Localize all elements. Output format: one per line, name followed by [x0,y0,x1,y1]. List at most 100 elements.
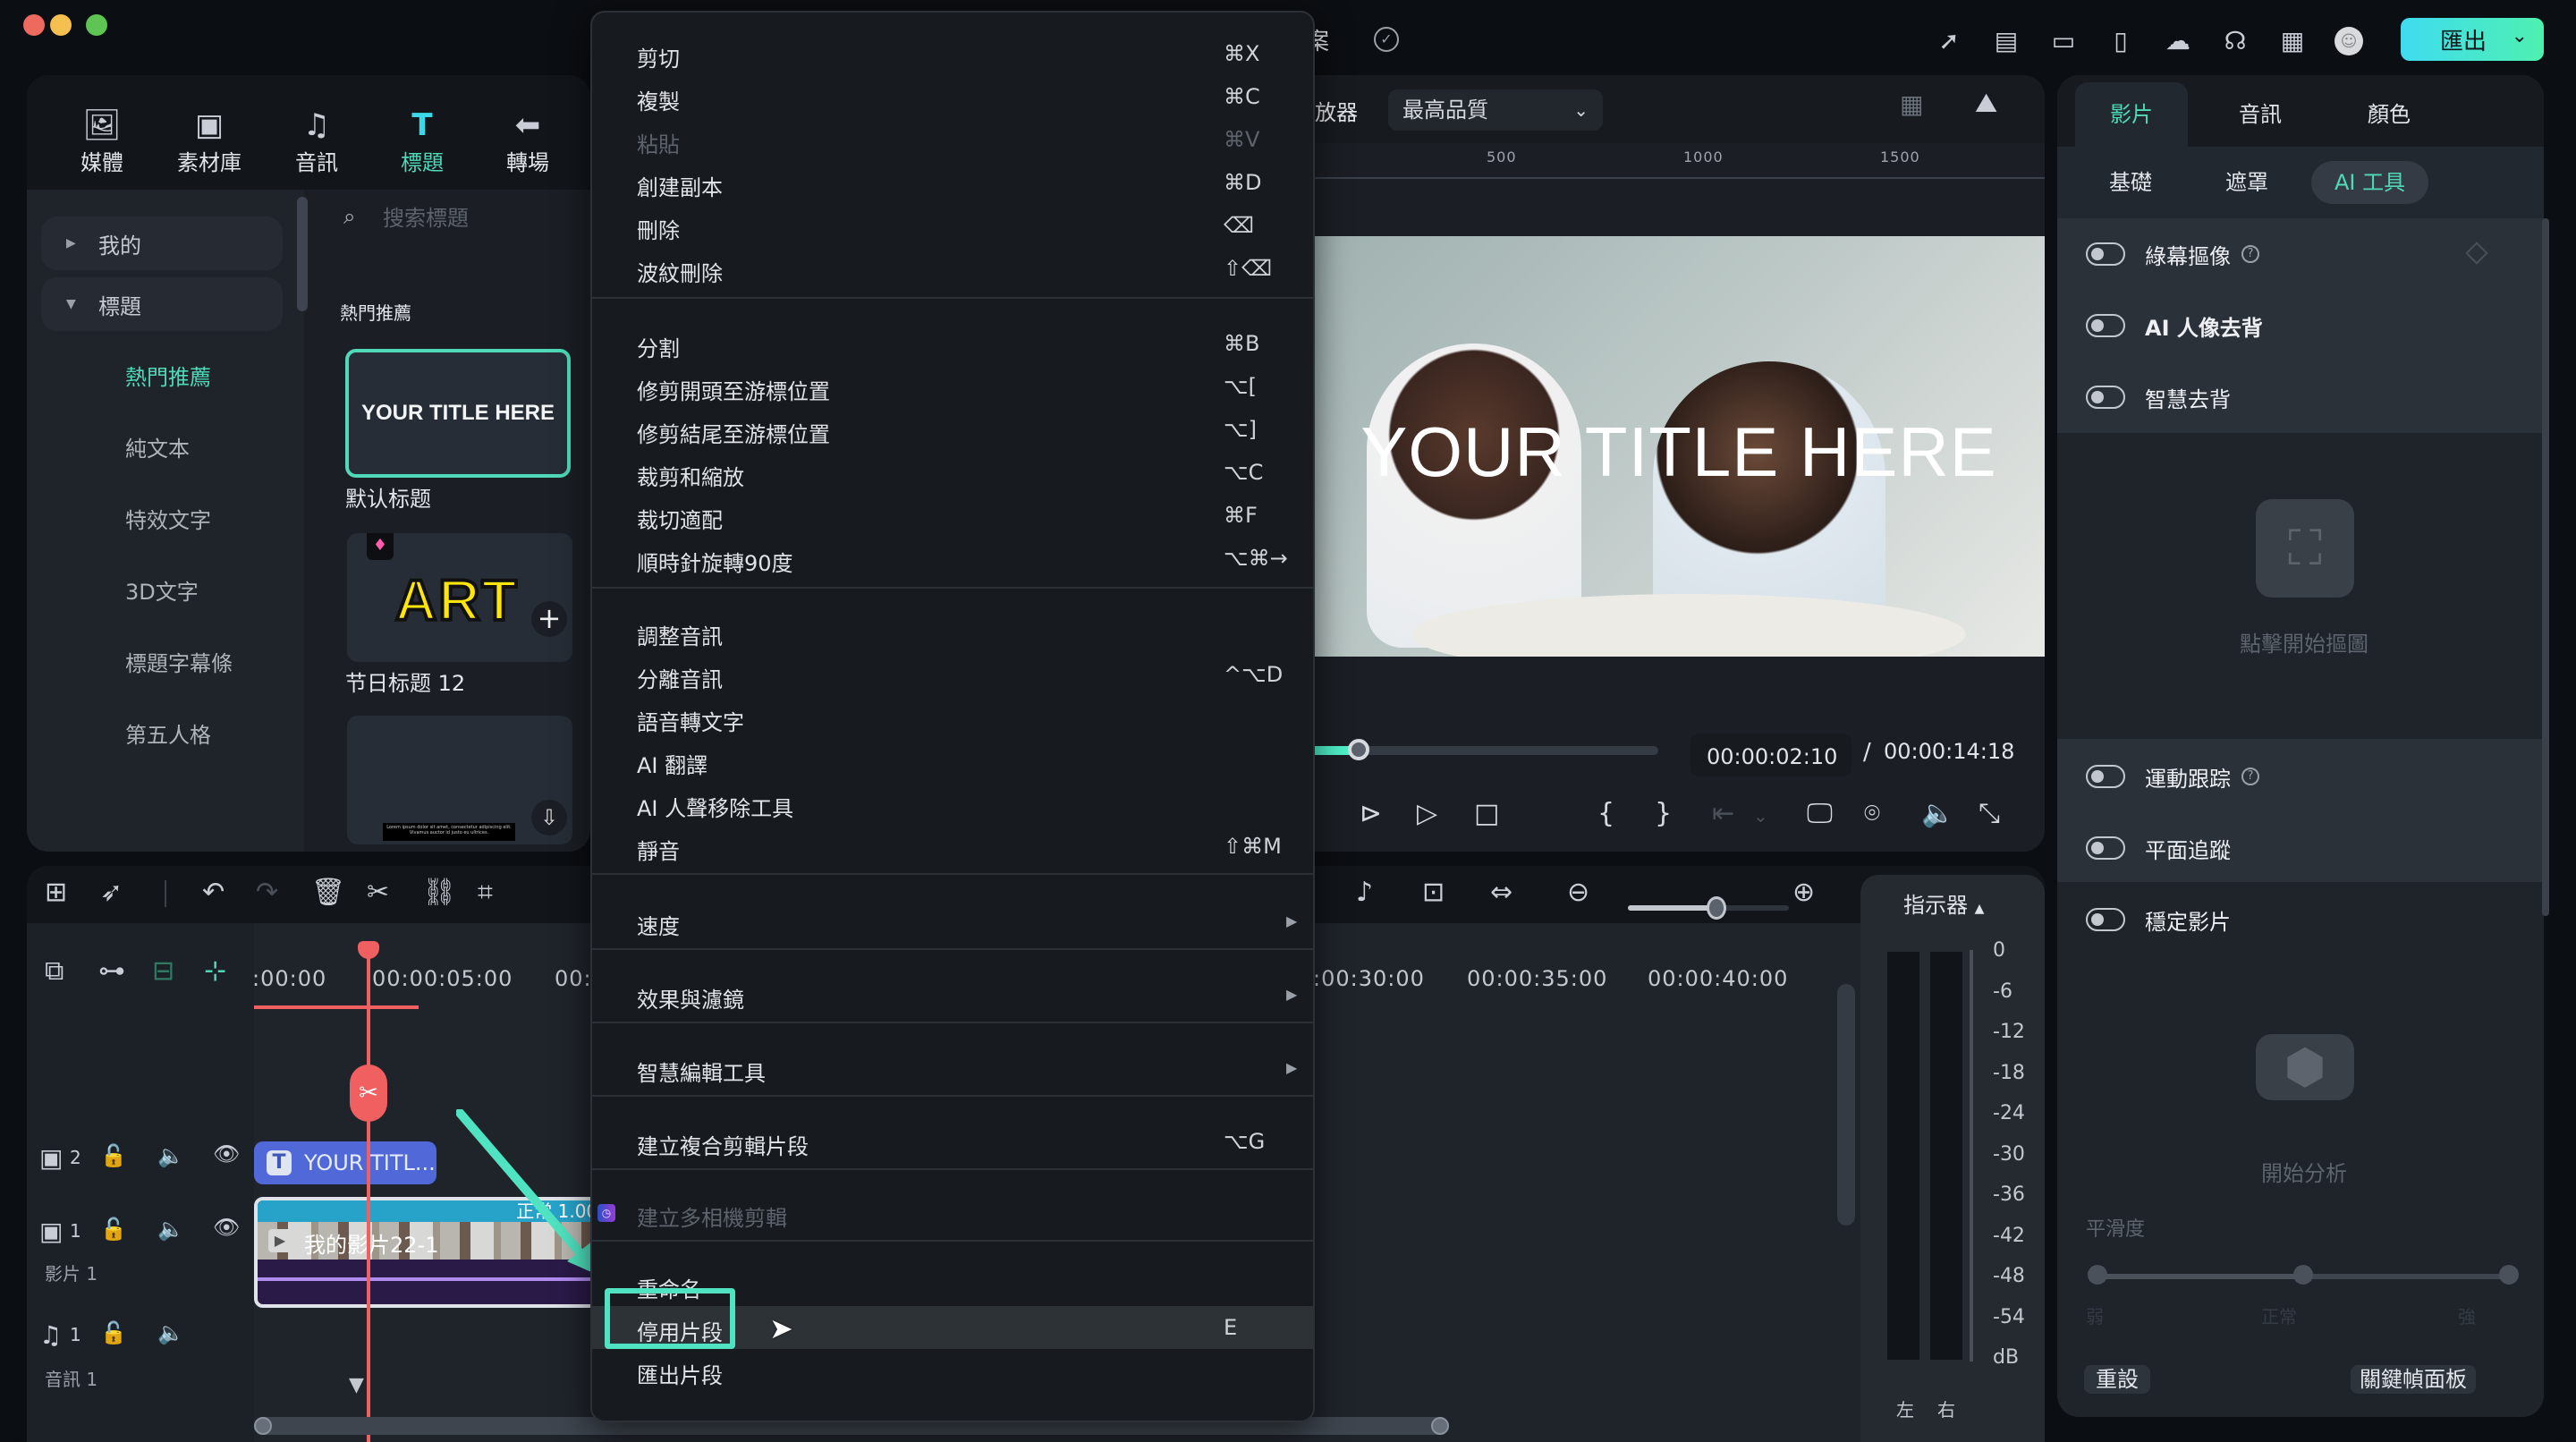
mute-icon[interactable]: 🔈 [157,1143,184,1168]
smoothness-knob[interactable] [2293,1265,2313,1285]
analyze-placeholder-label[interactable]: 開始分析 [2170,1156,2438,1187]
lock-icon[interactable]: 🔓 [100,1320,127,1345]
menu-item[interactable]: 匯出片段 [592,1349,1313,1392]
crop-icon[interactable]: ⌗ [478,877,493,908]
fit-timeline-icon[interactable]: ⇔ [1490,877,1513,908]
tab-video[interactable]: 影片 [2075,82,2188,147]
lock-icon[interactable]: 🔓 [100,1143,127,1168]
zoom-out-icon[interactable]: ⊖ [1567,877,1589,908]
close-window-button[interactable] [23,14,45,36]
chevron-down-icon[interactable]: ⌄ [2512,25,2528,47]
zoom-in-icon[interactable]: ⊕ [1792,877,1815,908]
snap-icon[interactable]: ⊹ [204,955,226,987]
template-card-default[interactable]: YOUR TITLE HERE [345,349,571,478]
visibility-eye-icon[interactable]: 👁 [213,1141,240,1166]
playback-progress-knob[interactable] [1348,739,1370,760]
subcategory-effect-text[interactable]: 特效文字 [125,503,211,534]
menu-item[interactable]: 效果與濾鏡 ▶ [592,973,1313,1016]
step-forward-icon[interactable]: ⊳ [1360,798,1382,829]
menu-item[interactable]: ◷ 建立多相機剪輯 [592,1192,1313,1234]
link-icon[interactable]: ⊶ [98,955,125,987]
menu-item[interactable]: 調整音訊 [592,610,1313,653]
reset-button[interactable]: 重設 [2084,1365,2150,1394]
tab-titles[interactable]: T 標題 [377,106,467,176]
undo-icon[interactable]: ↶ [202,877,225,908]
play-icon[interactable]: ▷ [1417,798,1437,829]
export-button[interactable]: 匯出 ⌄ [2401,18,2544,61]
smoothness-stop[interactable] [2088,1265,2107,1285]
cutout-placeholder-label[interactable]: 點擊開始摳圖 [2170,626,2438,657]
work-area-range[interactable] [254,1005,419,1009]
menu-scroll-down-icon[interactable]: ▼ [349,1374,364,1396]
playhead-handle[interactable] [358,941,379,959]
layout-icon[interactable]: ▭ [2048,25,2079,55]
scroll-handle-left[interactable] [254,1417,272,1435]
delete-icon[interactable]: 🗑 [311,877,345,908]
scroll-handle-right[interactable] [1431,1417,1449,1435]
maximize-window-button[interactable] [86,14,107,36]
menu-item[interactable]: 粘貼 ⌘V [592,118,1313,161]
motion-tracking-toggle[interactable] [2086,765,2125,788]
menu-item[interactable]: 複製 ⌘C [592,75,1313,118]
tab-audio-props[interactable]: 音訊 [2204,82,2317,147]
help-icon[interactable]: ? [2241,245,2259,263]
smoothness-stop[interactable] [2499,1265,2519,1285]
redo-icon[interactable]: ↷ [256,877,278,908]
select-tool-icon[interactable]: ➶ [100,877,123,908]
chevron-down-icon[interactable]: ⌄ [1753,805,1768,827]
unlink-icon[interactable]: ⛓ [422,877,456,908]
subcategory-popular[interactable]: 熱門推薦 [125,360,211,391]
subcategory-identity-v[interactable]: 第五人格 [125,717,211,749]
display-settings-icon[interactable]: 🖵 [1807,798,1833,829]
subtab-ai-tools[interactable]: AI 工具 [2311,161,2429,204]
grid-view-icon[interactable]: ▦ [1900,89,1923,119]
menu-item[interactable]: 智慧編輯工具 ▶ [592,1047,1313,1090]
volume-icon[interactable]: 🔈 [1921,798,1954,829]
visibility-eye-icon[interactable]: 👁 [213,1215,240,1240]
menu-item[interactable]: 修剪開頭至游標位置 ⌥[ [592,365,1313,408]
menu-item[interactable]: 修剪結尾至游標位置 ⌥] [592,408,1313,451]
menu-item[interactable]: 裁切適配 ⌘F [592,494,1313,537]
menu-item[interactable]: AI 人聲移除工具 [592,782,1313,825]
subtab-mask[interactable]: 遮罩 [2225,161,2268,204]
apps-grid-icon[interactable]: ▦ [2277,25,2308,55]
playhead-split-icon[interactable]: ✂ [350,1065,387,1122]
tab-transitions[interactable]: ⬅ 轉場 [483,106,572,176]
video-title-overlay[interactable]: YOUR TITLE HERE [1313,411,2045,493]
support-headset-icon[interactable]: ☊ [2220,25,2250,55]
menu-item[interactable]: 速度 ▶ [592,900,1313,943]
fullscreen-icon[interactable]: ⤡ [1979,798,2000,829]
layout-grid-icon[interactable]: ⊞ [45,877,67,908]
menu-item[interactable]: 裁剪和縮放 ⌥C [592,451,1313,494]
render-preview-icon[interactable]: ⊡ [1422,877,1445,908]
video-preview[interactable]: YOUR TITLE HERE [1313,236,2045,657]
split-scissors-icon[interactable]: ✂ [367,877,389,908]
menu-item[interactable]: 語音轉文字 [592,696,1313,739]
download-icon[interactable]: ⇩ [531,800,567,836]
subtab-basic[interactable]: 基礎 [2109,161,2152,204]
tab-stock[interactable]: ▣ 素材庫 [165,106,254,176]
send-feedback-icon[interactable]: ➚ [1934,25,1964,55]
template-card-art[interactable]: ♦ ART + [347,533,572,662]
auto-ripple-icon[interactable]: ⊟ [152,955,174,987]
analyze-icon[interactable]: ⬢ [2256,1034,2354,1100]
template-card-lorem[interactable]: Lorem ipsum dolor sit amet, consectetur … [347,716,572,844]
tab-media[interactable]: 🖼 媒體 [57,106,147,176]
category-my[interactable]: ▶ 我的 [41,216,283,270]
lock-icon[interactable]: 🔓 [100,1217,127,1242]
scope-icon[interactable]: ⛰ [1975,88,1997,119]
planar-tracking-toggle[interactable] [2086,836,2125,860]
user-avatar[interactable]: ☺ [2334,27,2363,55]
menu-item[interactable]: 順時針旋轉90度 ⌥⌘→ [592,537,1313,580]
menu-item[interactable]: 創建副本 ⌘D [592,161,1313,204]
menu-item[interactable]: 刪除 ⌫ [592,204,1313,247]
cloud-sync-icon[interactable]: ☁ [2163,25,2193,55]
audio-list-icon[interactable]: ♪ [1356,877,1373,908]
smart-cutout-toggle[interactable] [2086,386,2125,409]
help-icon[interactable]: ? [2241,768,2259,785]
ai-portrait-toggle[interactable] [2086,314,2125,337]
quality-select[interactable]: 最高品質 ⌄ [1388,89,1603,131]
menu-item[interactable]: AI 翻譯 [592,739,1313,782]
menu-item[interactable]: 剪切 ⌘X [592,32,1313,75]
snapshot-camera-icon[interactable]: ⌾ [1864,798,1880,829]
